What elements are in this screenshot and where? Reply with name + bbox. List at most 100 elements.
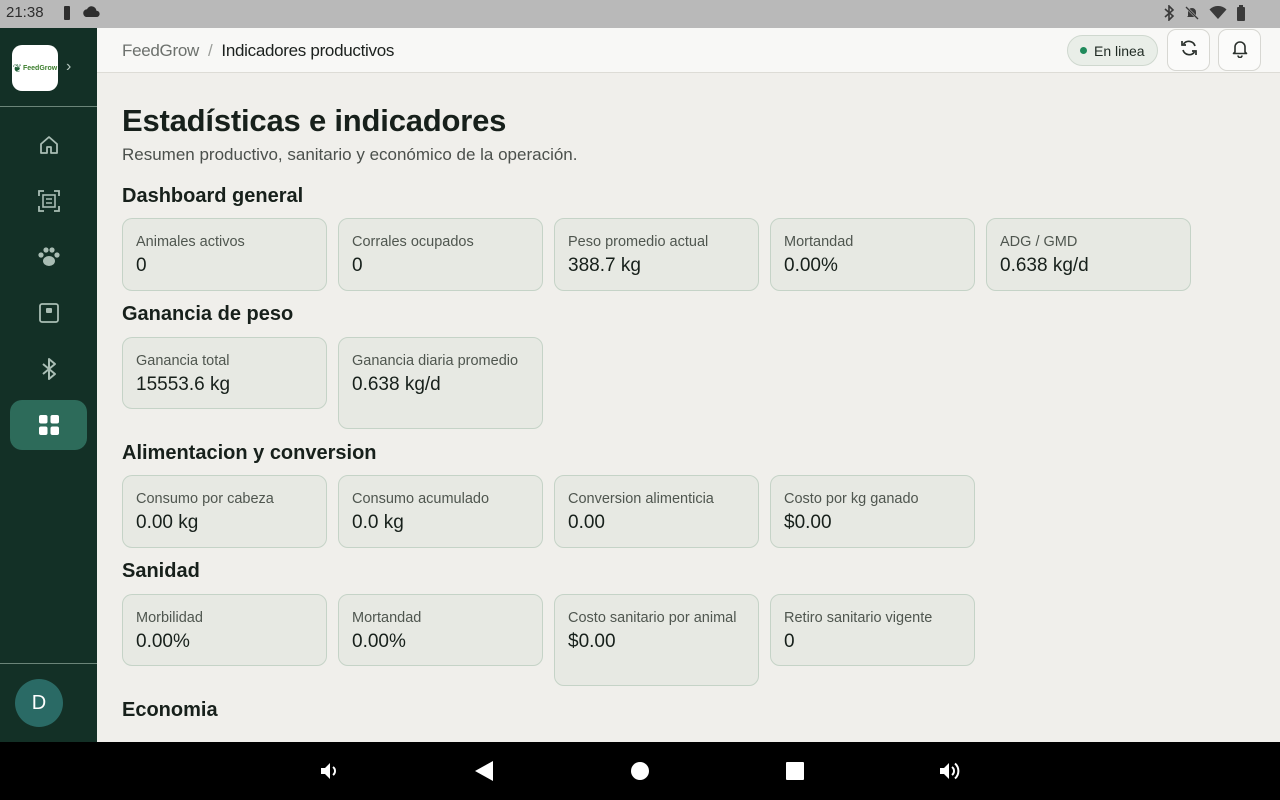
breadcrumb-root[interactable]: FeedGrow xyxy=(122,41,199,61)
bluetooth-icon xyxy=(41,357,57,381)
sync-button[interactable] xyxy=(1167,29,1210,71)
stat-card: Corrales ocupados 0 xyxy=(338,218,543,291)
stat-label: Animales activos xyxy=(136,234,245,250)
breadcrumb: FeedGrow / Indicadores productivos xyxy=(122,41,394,61)
app-logo[interactable]: ❦ FeedGrow xyxy=(12,45,58,91)
wifi-icon xyxy=(1209,6,1227,20)
stat-card: Costo por kg ganado $0.00 xyxy=(770,475,975,548)
page-title: Estadísticas e indicadores xyxy=(122,103,507,138)
sidebar-item-statistics[interactable] xyxy=(10,400,87,450)
card-row-feeding: Consumo por cabeza 0.00 kg Consumo acumul… xyxy=(122,475,975,548)
stat-value: $0.00 xyxy=(568,631,616,652)
stat-label: Costo sanitario por animal xyxy=(568,610,737,626)
cloud-icon xyxy=(82,5,100,21)
stat-card: Mortandad 0.00% xyxy=(770,218,975,291)
stat-card: Retiro sanitario vigente 0 xyxy=(770,594,975,666)
stat-label: Conversion alimenticia xyxy=(568,491,714,507)
stat-value: 0 xyxy=(784,631,795,652)
stat-card: Consumo por cabeza 0.00 kg xyxy=(122,475,327,548)
section-title-dashboard: Dashboard general xyxy=(122,185,304,207)
card-row-dashboard: Animales activos 0 Corrales ocupados 0 Pes… xyxy=(122,218,1191,291)
online-label: En linea xyxy=(1094,42,1145,59)
breadcrumb-separator: / xyxy=(207,41,213,60)
stat-card: Ganancia total 15553.6 kg xyxy=(122,337,327,409)
muted-bell-icon xyxy=(1184,5,1200,21)
chevron-right-icon[interactable]: › xyxy=(66,58,71,76)
sidebar-item-bluetooth[interactable] xyxy=(10,344,87,394)
stat-value: 15553.6 kg xyxy=(136,374,231,395)
back-button[interactable] xyxy=(473,759,495,788)
sync-icon xyxy=(1179,38,1199,63)
stat-card: Animales activos 0 xyxy=(122,218,327,291)
page-subtitle: Resumen productivo, sanitario y económic… xyxy=(122,145,578,164)
volume-up-button[interactable] xyxy=(937,759,963,788)
top-bar: FeedGrow / Indicadores productivos En li… xyxy=(97,28,1280,73)
logo-label: FeedGrow xyxy=(22,64,58,72)
stat-label: Costo por kg ganado xyxy=(784,491,919,507)
section-title-health: Sanidad xyxy=(122,560,200,582)
stat-card: Mortandad 0.00% xyxy=(338,594,543,666)
stat-value: 0.00% xyxy=(136,631,190,652)
sidebar-item-animals[interactable] xyxy=(10,232,87,282)
stat-value: 0.638 kg/d xyxy=(352,374,441,395)
sidebar-item-home[interactable] xyxy=(10,120,87,170)
stat-value: 0.00 xyxy=(568,512,605,533)
stat-value: 0.00% xyxy=(784,255,838,276)
stat-card: Conversion alimenticia 0.00 xyxy=(554,475,759,548)
stat-value: 0 xyxy=(352,255,363,276)
media-icon xyxy=(62,5,72,21)
stat-label: ADG / GMD xyxy=(1000,234,1078,250)
stat-label: Peso promedio actual xyxy=(568,234,709,250)
stat-value: 388.7 kg xyxy=(568,255,641,276)
stat-value: $0.00 xyxy=(784,512,832,533)
stat-label: Mortandad xyxy=(784,234,854,250)
status-time: 21:38 xyxy=(6,4,44,21)
stat-value: 0.00 kg xyxy=(136,512,199,533)
sidebar: ❦ FeedGrow › D xyxy=(0,28,97,742)
stat-label: Mortandad xyxy=(352,610,422,626)
bluetooth-status-icon xyxy=(1163,5,1175,21)
stat-card: Morbilidad 0.00% xyxy=(122,594,327,666)
system-nav-bar xyxy=(0,742,1280,800)
card-row-health: Morbilidad 0.00% Mortandad 0.00% Costo san… xyxy=(122,594,975,686)
sidebar-divider-bottom xyxy=(0,663,97,664)
stat-label: Consumo por cabeza xyxy=(136,491,274,507)
stat-label: Ganancia total xyxy=(136,353,230,369)
sidebar-item-weighing[interactable] xyxy=(10,288,87,338)
sidebar-divider xyxy=(0,106,97,107)
volume-down-button[interactable] xyxy=(318,759,342,788)
stat-card: Peso promedio actual 388.7 kg xyxy=(554,218,759,291)
stat-label: Ganancia diaria promedio xyxy=(352,353,519,369)
paw-icon xyxy=(37,246,61,268)
stat-value: 0.0 kg xyxy=(352,512,404,533)
avatar-initial: D xyxy=(31,691,47,714)
card-row-weight-gain: Ganancia total 15553.6 kg Ganancia diaria… xyxy=(122,337,543,429)
status-bar: 21:38 xyxy=(0,0,1280,28)
sidebar-item-scan[interactable] xyxy=(10,176,87,226)
section-title-weight-gain: Ganancia de peso xyxy=(122,303,294,325)
main-content: Estadísticas e indicadores Resumen produ… xyxy=(122,73,1262,742)
section-title-economy: Economia xyxy=(122,699,218,721)
grid-icon xyxy=(38,414,60,436)
stat-card: Costo sanitario por animal $0.00 xyxy=(554,594,759,686)
stat-card: ADG / GMD 0.638 kg/d xyxy=(986,218,1191,291)
recents-button[interactable] xyxy=(784,759,806,788)
stat-card: Ganancia diaria promedio 0.638 kg/d xyxy=(338,337,543,429)
leaf-icon: ❦ xyxy=(12,62,22,75)
stat-value: 0.00% xyxy=(352,631,406,652)
stat-value: 0 xyxy=(136,255,147,276)
scale-icon xyxy=(38,302,60,324)
battery-icon xyxy=(1236,5,1246,21)
bell-icon xyxy=(1230,38,1250,63)
stat-card: Consumo acumulado 0.0 kg xyxy=(338,475,543,548)
online-status-badge: En linea xyxy=(1067,35,1158,66)
notifications-button[interactable] xyxy=(1218,29,1261,71)
online-dot-icon xyxy=(1080,47,1087,54)
home-button[interactable] xyxy=(629,759,651,788)
stat-label: Morbilidad xyxy=(136,610,203,626)
section-title-feeding: Alimentacion y conversion xyxy=(122,442,377,464)
stat-label: Corrales ocupados xyxy=(352,234,474,250)
breadcrumb-current: Indicadores productivos xyxy=(221,41,395,60)
avatar[interactable]: D xyxy=(15,679,63,727)
stat-label: Consumo acumulado xyxy=(352,491,490,507)
